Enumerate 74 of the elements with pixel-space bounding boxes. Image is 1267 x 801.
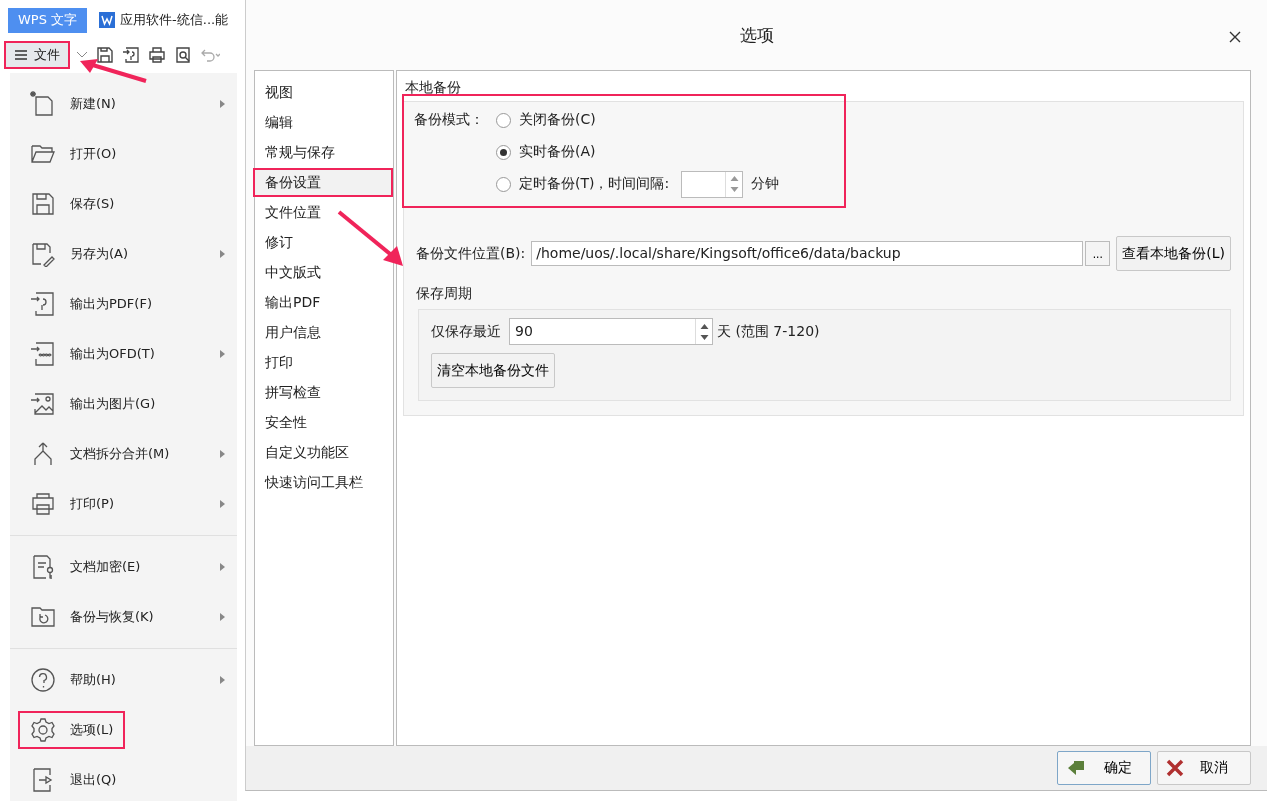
- preview-icon[interactable]: [174, 46, 192, 64]
- menu-item[interactable]: 另存为(A): [20, 237, 139, 271]
- category-item[interactable]: 打印: [255, 350, 391, 375]
- category-item[interactable]: 安全性: [255, 410, 391, 435]
- menu-item[interactable]: 备份与恢复(K): [20, 600, 164, 634]
- menu-item[interactable]: 打印(P): [20, 487, 124, 521]
- category-item[interactable]: 用户信息: [255, 320, 391, 345]
- menu-item[interactable]: 文档加密(E): [20, 550, 151, 584]
- category-item[interactable]: 文件位置: [255, 200, 391, 225]
- document-icon: [30, 341, 56, 367]
- category-item[interactable]: 视图: [255, 80, 391, 105]
- menu-item[interactable]: 输出为PDF(F): [20, 287, 162, 321]
- menu-icon: [14, 49, 28, 61]
- field-label: 备份文件位置(B):: [416, 244, 526, 263]
- save-icon: [30, 191, 56, 217]
- help-icon: [30, 667, 56, 693]
- save-icon[interactable]: [96, 46, 114, 64]
- document-icon: [30, 241, 56, 267]
- view-backups-button[interactable]: 查看本地备份(L): [1116, 236, 1231, 271]
- cancel-button[interactable]: 取消: [1157, 751, 1251, 785]
- ok-button[interactable]: 确定: [1057, 751, 1151, 785]
- print-icon: [30, 491, 56, 517]
- dialog-title: 选项: [739, 23, 774, 47]
- section-title: 本地备份: [405, 79, 462, 97]
- subsection-title: 保存周期: [416, 285, 473, 303]
- folder-icon: [30, 604, 56, 630]
- browse-button[interactable]: ...: [1085, 241, 1111, 266]
- annotation-arrow: [335, 208, 405, 268]
- radio-option[interactable]: 定时备份(T)，时间间隔:: [496, 175, 670, 193]
- settings-icon: [30, 717, 56, 743]
- file-menu-button[interactable]: 文件: [6, 43, 68, 67]
- document-tab[interactable]: 应用软件-统信...能: [99, 8, 229, 29]
- radio-button[interactable]: [496, 176, 511, 192]
- category-item[interactable]: 编辑: [255, 110, 391, 135]
- days-field[interactable]: 90: [509, 318, 713, 345]
- clear-backups-button[interactable]: 清空本地备份文件: [431, 353, 555, 388]
- menu-item[interactable]: 帮助(H): [20, 663, 126, 697]
- export-icon[interactable]: [122, 46, 140, 64]
- radio-button[interactable]: [496, 112, 511, 128]
- document-icon: [30, 91, 56, 117]
- document-tab-title: 应用软件-统信...能: [120, 11, 229, 29]
- interval-field[interactable]: [681, 170, 744, 198]
- menu-item[interactable]: 退出(Q): [20, 763, 127, 797]
- document-icon: [30, 554, 56, 580]
- category-item[interactable]: 快速访问工具栏: [255, 470, 391, 495]
- menu-item[interactable]: 新建(N): [20, 87, 126, 121]
- document-icon: [99, 12, 116, 28]
- field-label: 仅保存最近: [431, 322, 501, 341]
- menu-item[interactable]: 打开(O): [20, 137, 127, 171]
- close-icon[interactable]: [1229, 31, 1241, 43]
- range-label: 天 (范围 7-120): [717, 322, 820, 341]
- menu-item[interactable]: 输出为OFD(T): [20, 337, 165, 371]
- path-field[interactable]: /home/uos/.local/share/Kingsoft/office6/data/backup: [531, 241, 1084, 266]
- category-item[interactable]: 拼写检查: [255, 380, 391, 405]
- unit-label: 分钟: [751, 175, 780, 193]
- category-item[interactable]: 自定义功能区: [255, 440, 391, 465]
- chevron-down-icon[interactable]: [76, 51, 88, 59]
- image-icon: [30, 391, 56, 417]
- field-label: 备份模式：: [414, 111, 485, 129]
- document-icon: [30, 291, 56, 317]
- radio-button[interactable]: [496, 144, 511, 160]
- category-item[interactable]: 输出PDF: [255, 290, 391, 315]
- menu-item[interactable]: 输出为图片(G): [20, 387, 166, 421]
- menu-item[interactable]: 保存(S): [20, 187, 125, 221]
- print-icon[interactable]: [148, 46, 166, 64]
- radio-option[interactable]: 实时备份(A): [496, 143, 596, 161]
- menu-item[interactable]: 选项(L): [20, 713, 124, 747]
- close-icon: [1166, 759, 1184, 777]
- category-item[interactable]: 中文版式: [255, 260, 391, 285]
- category-item[interactable]: 常规与保存: [255, 140, 391, 165]
- menu-item[interactable]: 文档拆分合并(M): [20, 437, 180, 471]
- radio-option[interactable]: 关闭备份(C): [496, 111, 596, 129]
- category-item[interactable]: 修订: [255, 230, 391, 255]
- category-item[interactable]: 备份设置: [255, 170, 391, 195]
